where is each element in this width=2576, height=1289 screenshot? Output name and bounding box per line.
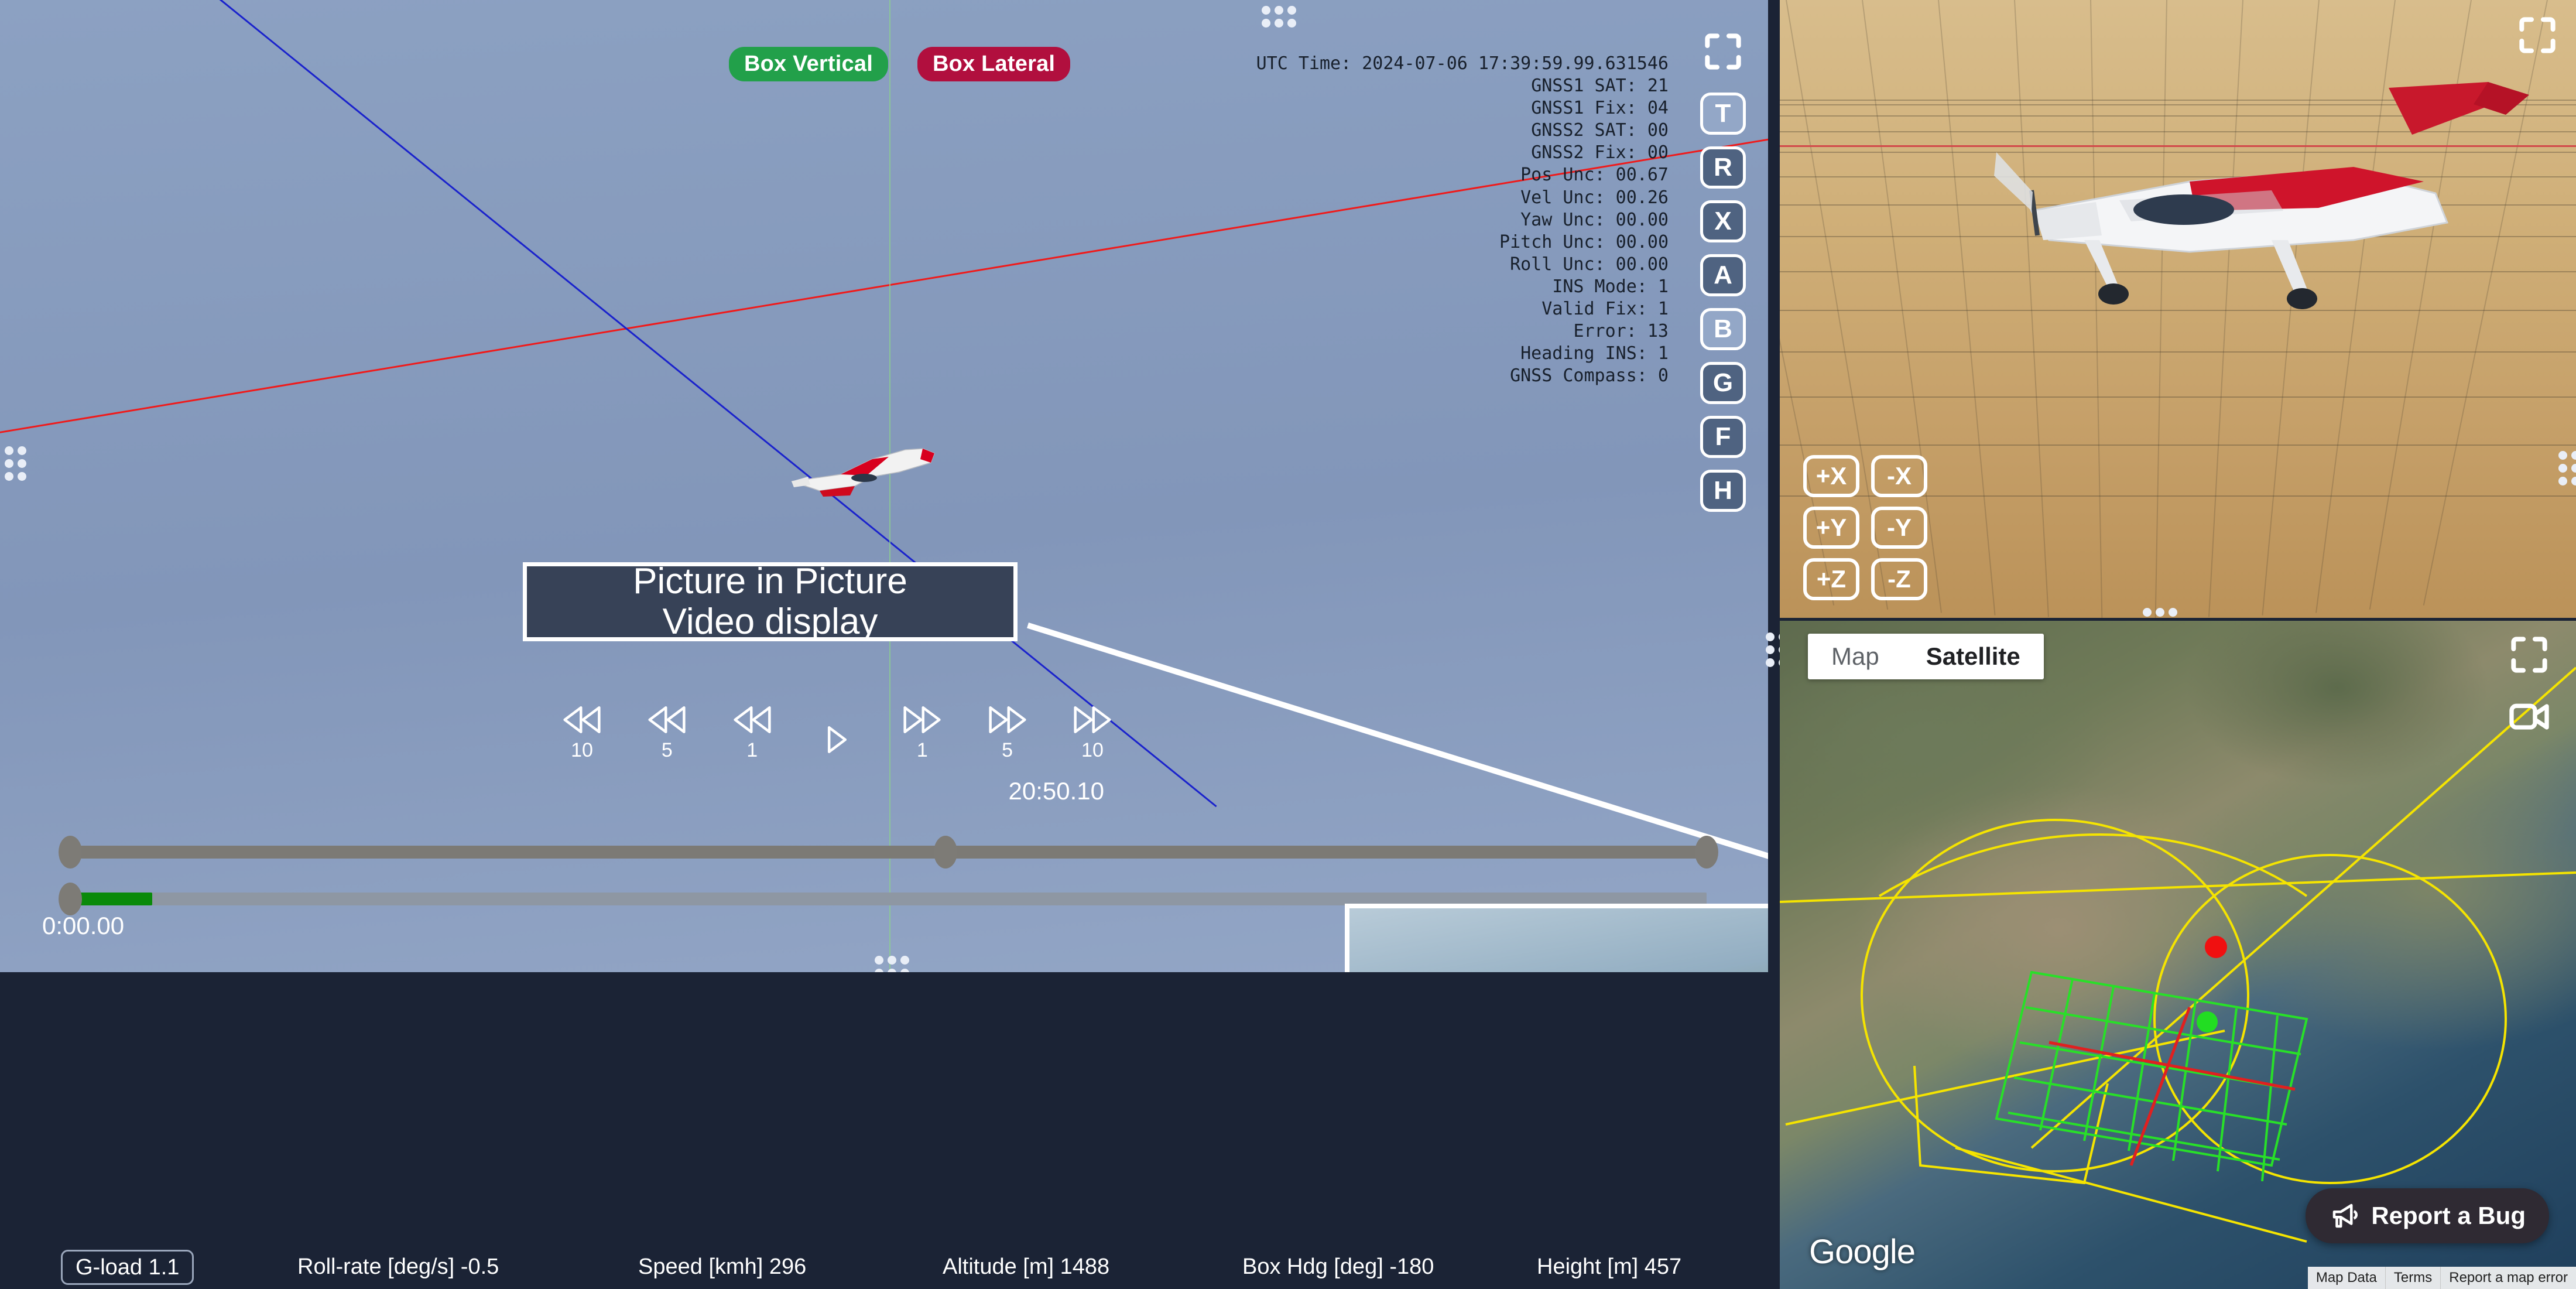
map-attr-report-error[interactable]: Report a map error	[2440, 1267, 2576, 1289]
map-attr-map-data: Map Data	[2315, 1270, 2377, 1285]
rewind-icon	[563, 706, 601, 733]
pip-label-box: Picture in Picture Video display	[523, 562, 1018, 641]
forward-5-button[interactable]: 5	[976, 703, 1039, 760]
forward-icon	[903, 706, 941, 733]
ground-grid-line	[1780, 396, 2576, 398]
rewind-icon	[648, 706, 686, 733]
rewind-10-label: 10	[571, 739, 593, 761]
range-slider-handle-end[interactable]	[1695, 836, 1718, 869]
horizon-line-red	[1780, 145, 2576, 147]
forward-10-label: 10	[1081, 739, 1104, 761]
view3d-button-g[interactable]: G	[1700, 362, 1746, 404]
view3d-button-b[interactable]: B	[1700, 308, 1746, 350]
rewind-5-label: 5	[661, 739, 673, 761]
forward-icon	[1074, 706, 1111, 733]
axis-button-minus-y[interactable]: -Y	[1871, 507, 1927, 549]
status-box-hdg: Box Hdg [deg] -180	[1242, 1254, 1434, 1279]
status-roll-rate: Roll-rate [deg/s] -0.5	[297, 1254, 499, 1279]
fullscreen-icon[interactable]	[2514, 12, 2561, 59]
axis-button-plus-y[interactable]: +Y	[1803, 507, 1859, 549]
axis-button-minus-x[interactable]: -X	[1871, 455, 1927, 497]
progress-slider-handle[interactable]	[59, 883, 82, 915]
forward-10-button[interactable]: 10	[1061, 703, 1124, 760]
rewind-5-button[interactable]: 5	[635, 703, 698, 760]
telemetry-readout: UTC Time: 2024-07-06 17:39:59.99.631546 …	[1256, 53, 1669, 387]
aircraft-3d-render	[1994, 82, 2529, 309]
view3d-toolbar: T R X A B G F H	[1691, 28, 1755, 512]
range-slider-handle-mid[interactable]	[934, 836, 958, 869]
rewind-10-button[interactable]: 10	[550, 703, 614, 760]
range-slider-handle-start[interactable]	[59, 836, 82, 869]
play-button[interactable]	[806, 723, 869, 760]
badge-box-vertical: Box Vertical	[729, 47, 888, 82]
aircraft-model-panel[interactable]: +X -X +Y -Y +Z -Z	[1780, 0, 2576, 630]
fullscreen-icon[interactable]	[1700, 28, 1746, 75]
timeline-start-time: 0:00.00	[42, 912, 125, 939]
pip-label-line1: Picture in Picture	[633, 561, 907, 602]
megaphone-icon	[2333, 1203, 2358, 1228]
google-logo: Google	[1809, 1233, 1916, 1271]
forward-1-button[interactable]: 1	[890, 703, 954, 760]
panel-drag-handle-right[interactable]	[2558, 451, 2576, 485]
report-a-bug-button[interactable]: Report a Bug	[2306, 1188, 2549, 1243]
status-height: Height [m] 457	[1537, 1254, 1682, 1279]
panel-drag-handle-top[interactable]	[1262, 6, 1296, 28]
view3d-button-f[interactable]: F	[1700, 416, 1746, 458]
forward-1-label: 1	[916, 739, 928, 761]
forward-5-label: 5	[1002, 739, 1013, 761]
forward-icon	[989, 706, 1026, 733]
status-bar: G-load 1.1 Roll-rate [deg/s] -0.5 Speed …	[0, 1246, 1768, 1289]
pip-video-display[interactable]	[1345, 904, 1768, 972]
view3d-button-r[interactable]: R	[1700, 146, 1746, 189]
panel-drag-handle-left[interactable]	[5, 446, 26, 481]
report-a-bug-label: Report a Bug	[2371, 1202, 2526, 1229]
badge-box-lateral: Box Lateral	[917, 47, 1071, 82]
app-root: Box Vertical Box Lateral UTC Time: 2024-…	[0, 0, 2576, 1289]
axis-button-plus-z[interactable]: +Z	[1803, 558, 1859, 600]
axis-button-minus-z[interactable]: -Z	[1871, 558, 1927, 600]
video-camera-icon[interactable]	[2506, 692, 2553, 739]
status-gload[interactable]: G-load 1.1	[61, 1250, 194, 1285]
pip-label-line2: Video display	[662, 601, 878, 642]
aircraft-3d-model	[791, 448, 935, 497]
map-type-toggle: Map Satellite	[1808, 634, 2044, 679]
map-toggle-map[interactable]: Map	[1808, 634, 1903, 679]
map-attr-terms[interactable]: Terms	[2385, 1267, 2440, 1289]
green-marker	[2197, 1011, 2218, 1032]
view3d-button-t[interactable]: T	[1700, 93, 1746, 135]
playback-controls: 10 5 1 1 5 10 20:50.10	[550, 703, 1124, 804]
red-marker	[2205, 936, 2227, 958]
axis-button-plus-x[interactable]: +X	[1803, 455, 1859, 497]
timeline-range-slider[interactable]	[59, 835, 1718, 870]
panel-drag-handle-bottom[interactable]	[875, 956, 909, 972]
fullscreen-icon[interactable]	[2506, 631, 2553, 678]
play-icon	[827, 726, 847, 753]
rewind-1-label: 1	[746, 739, 758, 761]
rewind-icon	[734, 706, 771, 733]
view3d-button-x[interactable]: X	[1700, 200, 1746, 242]
range-slider-track	[70, 846, 1707, 859]
view3d-button-a[interactable]: A	[1700, 254, 1746, 296]
roll-rate-chart-panel[interactable]: Roll-rate 210-1-2-3-4-5-0.5	[0, 972, 1768, 1289]
status-speed: Speed [kmh] 296	[638, 1254, 807, 1279]
view3d-button-h[interactable]: H	[1700, 470, 1746, 512]
map-toggle-satellite[interactable]: Satellite	[1903, 634, 2044, 679]
map-icon-group	[2506, 631, 2553, 739]
status-altitude: Altitude [m] 1488	[943, 1254, 1110, 1279]
panel-drag-handle-model-bottom[interactable]	[2143, 608, 2177, 630]
playback-current-time: 20:50.10	[1008, 777, 1105, 805]
map-attribution: Map Data Terms Report a map error	[2307, 1267, 2576, 1289]
main-3d-view[interactable]: Box Vertical Box Lateral UTC Time: 2024-…	[0, 0, 1768, 972]
rewind-1-button[interactable]: 1	[721, 703, 784, 760]
satellite-map-panel[interactable]: Map Satellite Google Report a Bug Map Da…	[1780, 621, 2576, 1289]
axis-view-buttons: +X -X +Y -Y +Z -Z	[1803, 455, 1927, 600]
progress-slider-fill	[70, 893, 152, 905]
